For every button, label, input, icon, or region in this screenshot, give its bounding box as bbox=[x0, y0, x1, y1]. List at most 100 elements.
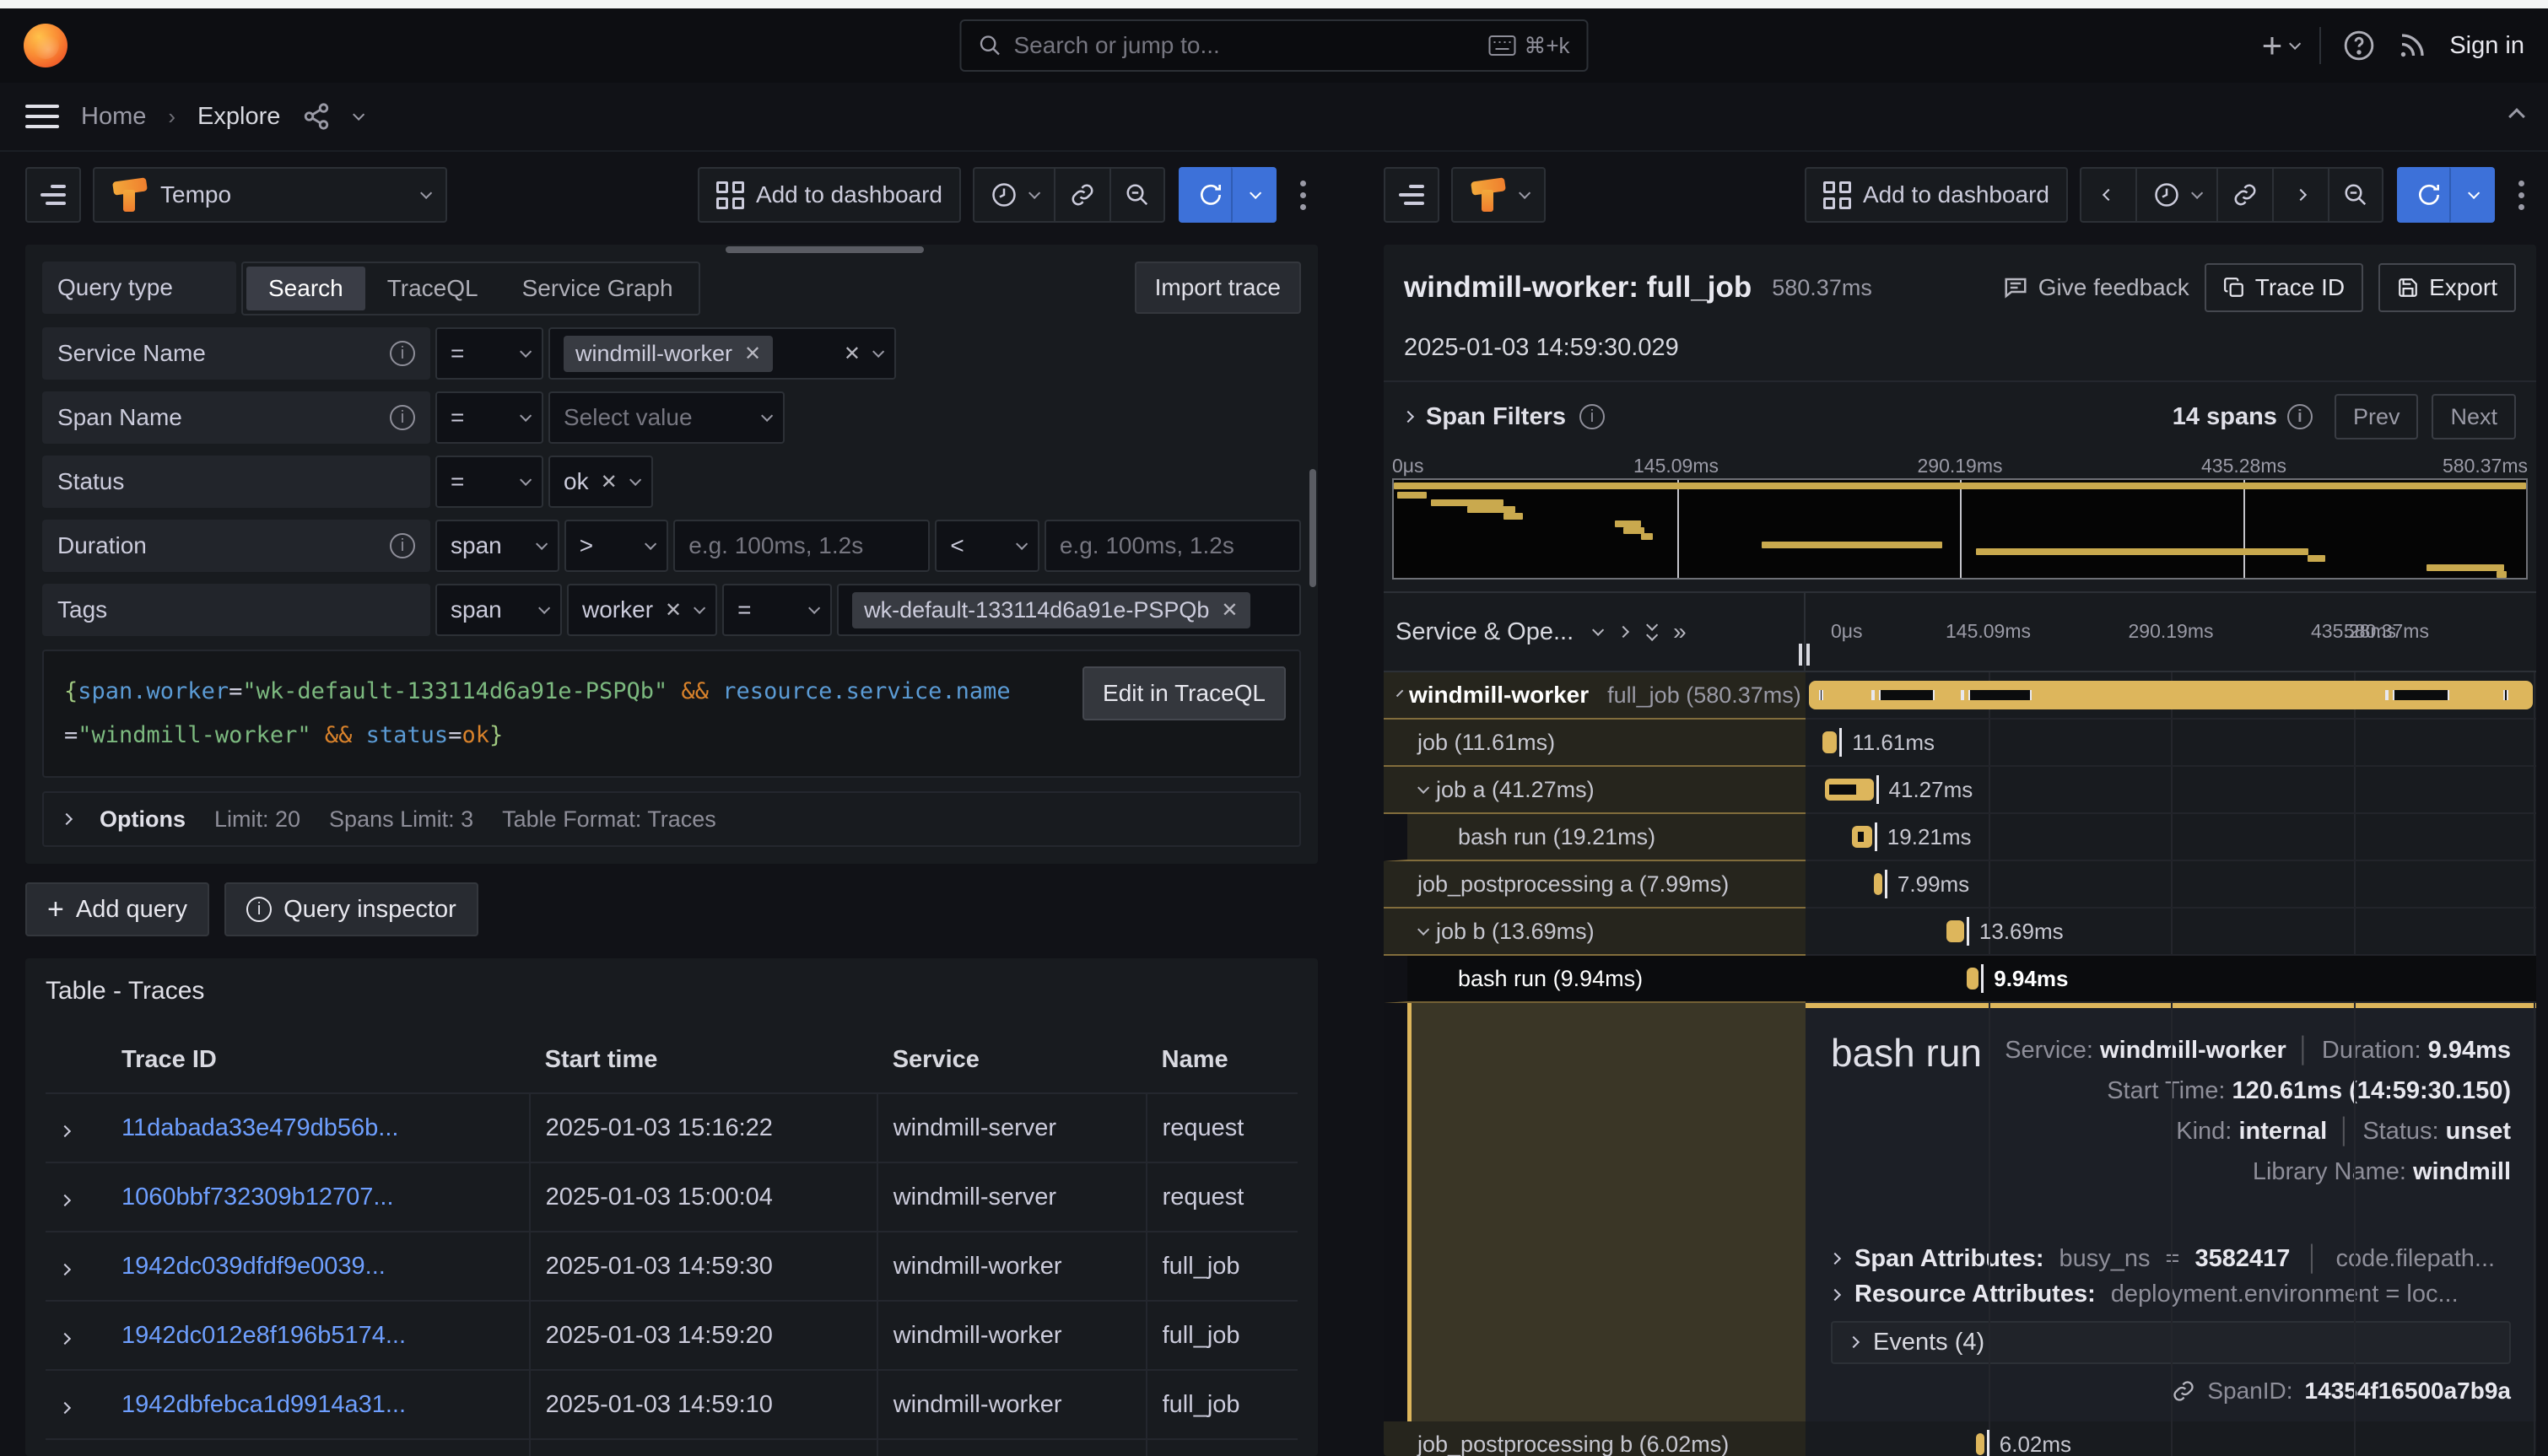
edit-in-traceql-button[interactable]: Edit in TraceQL bbox=[1082, 666, 1286, 720]
export-button[interactable]: Export bbox=[2378, 263, 2516, 312]
info-icon[interactable]: i bbox=[1579, 404, 1605, 429]
tags-chip[interactable]: wk-default-133114d6a91e-PSPQb✕ bbox=[852, 592, 1250, 628]
add-to-dashboard-button[interactable]: Add to dashboard bbox=[698, 167, 961, 223]
breadcrumb-home[interactable]: Home bbox=[81, 103, 146, 131]
tags-scope[interactable]: span bbox=[435, 584, 562, 636]
trace-id-link[interactable]: 1942dbfebca1d9914a31... bbox=[121, 1391, 406, 1418]
query-outline-button[interactable] bbox=[25, 167, 81, 223]
col-name[interactable]: Name bbox=[1147, 1034, 1298, 1093]
minimap-canvas[interactable] bbox=[1392, 478, 2528, 580]
trace-id-button[interactable]: Trace ID bbox=[2205, 263, 2363, 312]
span-bar[interactable]: 19.21ms bbox=[1852, 826, 1871, 848]
time-picker-button[interactable] bbox=[2135, 167, 2216, 223]
query-outline-button[interactable] bbox=[1384, 167, 1439, 223]
col-service[interactable]: Service bbox=[877, 1034, 1147, 1093]
import-trace-button[interactable]: Import trace bbox=[1135, 262, 1301, 314]
span-row[interactable]: job (11.61ms) 11.61ms bbox=[1384, 720, 2536, 767]
panel-menu-icon[interactable] bbox=[2507, 181, 2536, 210]
trace-id-link[interactable]: 1942dc039dfdf9e0039... bbox=[121, 1253, 386, 1280]
zoom-out-button[interactable] bbox=[1109, 167, 1165, 223]
span-name-operator[interactable]: = bbox=[435, 391, 543, 444]
span-row-root[interactable]: windmill-workerfull_job (580.37ms) bbox=[1384, 672, 2536, 720]
service-name-operator[interactable]: = bbox=[435, 327, 543, 380]
span-row[interactable]: job_postprocessing b (6.02ms) 6.02ms bbox=[1384, 1421, 2536, 1456]
link-split-button[interactable] bbox=[2216, 167, 2272, 223]
run-query-interval-dropdown[interactable] bbox=[2449, 167, 2495, 223]
tags-key[interactable]: worker✕ bbox=[567, 584, 717, 636]
shift-time-forward-button[interactable] bbox=[2272, 167, 2328, 223]
remove-chip-icon[interactable]: ✕ bbox=[744, 342, 761, 366]
row-expander-icon[interactable] bbox=[59, 1194, 71, 1205]
query-inspector-button[interactable]: iQuery inspector bbox=[224, 882, 478, 936]
duration-min-input[interactable]: e.g. 100ms, 1.2s bbox=[673, 520, 930, 572]
trace-id-link[interactable]: 1942dc012e8f196b5174... bbox=[121, 1322, 406, 1349]
breadcrumb-chevron-icon[interactable] bbox=[353, 109, 364, 121]
span-bar[interactable]: 13.69ms bbox=[1946, 920, 1964, 942]
next-span-button[interactable]: Next bbox=[2432, 394, 2516, 439]
duration-max-input[interactable]: e.g. 100ms, 1.2s bbox=[1045, 520, 1301, 572]
duration-op-gt[interactable]: > bbox=[564, 520, 668, 572]
help-icon[interactable] bbox=[2343, 30, 2375, 62]
span-row[interactable]: job b (13.69ms) 13.69ms bbox=[1384, 909, 2536, 956]
span-bar[interactable]: 9.94ms bbox=[1967, 968, 1979, 990]
link-split-button[interactable] bbox=[1054, 167, 1109, 223]
run-query-interval-dropdown[interactable] bbox=[1231, 167, 1277, 223]
collapse-panel-icon[interactable] bbox=[2508, 108, 2525, 125]
span-bar[interactable]: 7.99ms bbox=[1874, 873, 1882, 895]
breadcrumb-explore[interactable]: Explore bbox=[197, 103, 280, 131]
span-row[interactable]: bash run (19.21ms) 19.21ms bbox=[1384, 814, 2536, 861]
sign-in-link[interactable]: Sign in bbox=[2449, 32, 2524, 60]
status-operator[interactable]: = bbox=[435, 456, 543, 508]
chevron-right-icon[interactable] bbox=[1617, 626, 1629, 638]
share-icon[interactable] bbox=[302, 102, 331, 131]
duration-op-lt[interactable]: < bbox=[935, 520, 1039, 572]
info-icon[interactable]: i bbox=[390, 533, 415, 558]
give-feedback-button[interactable]: Give feedback bbox=[2003, 274, 2189, 301]
col-trace-id[interactable]: Trace ID bbox=[106, 1034, 530, 1093]
add-query-button[interactable]: +Add query bbox=[25, 882, 209, 936]
grafana-logo-icon[interactable] bbox=[24, 24, 67, 67]
info-icon[interactable]: i bbox=[2287, 404, 2313, 429]
double-chevron-right-icon[interactable]: » bbox=[1673, 618, 1687, 645]
chevron-down-icon[interactable] bbox=[1592, 624, 1604, 636]
global-search-input[interactable]: Search or jump to... ⌘+k bbox=[960, 19, 1589, 72]
time-picker-button[interactable] bbox=[973, 167, 1054, 223]
collapse-icon[interactable] bbox=[1417, 924, 1429, 936]
span-bar[interactable]: 41.27ms bbox=[1825, 779, 1874, 801]
expand-filters-icon[interactable] bbox=[1402, 411, 1414, 423]
datasource-picker[interactable]: Tempo bbox=[93, 167, 447, 223]
tab-service-graph[interactable]: Service Graph bbox=[500, 267, 695, 310]
info-icon[interactable]: i bbox=[390, 405, 415, 430]
add-to-dashboard-button[interactable]: Add to dashboard bbox=[1805, 167, 2068, 223]
tags-value[interactable]: wk-default-133114d6a91e-PSPQb✕ bbox=[837, 584, 1301, 636]
prev-span-button[interactable]: Prev bbox=[2335, 394, 2419, 439]
clear-icon[interactable]: ✕ bbox=[844, 342, 861, 366]
double-chevron-down-icon[interactable] bbox=[1646, 623, 1655, 641]
info-icon[interactable]: i bbox=[390, 341, 415, 366]
collapse-icon[interactable] bbox=[1396, 690, 1403, 697]
col-start-time[interactable]: Start time bbox=[530, 1034, 877, 1093]
options-row[interactable]: Options Limit: 20 Spans Limit: 3 Table F… bbox=[42, 791, 1301, 847]
span-name-value[interactable]: Select value bbox=[548, 391, 785, 444]
zoom-out-button[interactable] bbox=[2328, 167, 2383, 223]
add-new-button[interactable]: + bbox=[2262, 41, 2298, 50]
tags-operator[interactable]: = bbox=[722, 584, 832, 636]
row-expander-icon[interactable] bbox=[59, 1263, 71, 1275]
vertical-scrollbar[interactable] bbox=[1309, 469, 1316, 587]
service-operation-column-header[interactable]: Service & Ope... bbox=[1395, 618, 1574, 646]
span-row[interactable]: job_postprocessing a (7.99ms) 7.99ms bbox=[1384, 861, 2536, 909]
status-value[interactable]: ok✕ bbox=[548, 456, 653, 508]
menu-toggle-icon[interactable] bbox=[25, 105, 59, 128]
datasource-picker-compact[interactable] bbox=[1451, 167, 1546, 223]
trace-id-link[interactable]: 1060bbf732309b12707... bbox=[121, 1184, 394, 1211]
panel-menu-icon[interactable] bbox=[1288, 181, 1318, 210]
row-expander-icon[interactable] bbox=[59, 1401, 71, 1413]
row-expander-icon[interactable] bbox=[59, 1124, 71, 1136]
service-name-value[interactable]: windmill-worker✕ ✕ bbox=[548, 327, 896, 380]
horizontal-scrollbar[interactable] bbox=[726, 246, 924, 253]
row-expander-icon[interactable] bbox=[59, 1332, 71, 1344]
span-bar[interactable]: 11.61ms bbox=[1822, 731, 1837, 753]
remove-chip-icon[interactable]: ✕ bbox=[1221, 598, 1238, 623]
span-row-selected[interactable]: bash run (9.94ms) 9.94ms bbox=[1384, 956, 2536, 1003]
shift-time-back-button[interactable] bbox=[2080, 167, 2135, 223]
